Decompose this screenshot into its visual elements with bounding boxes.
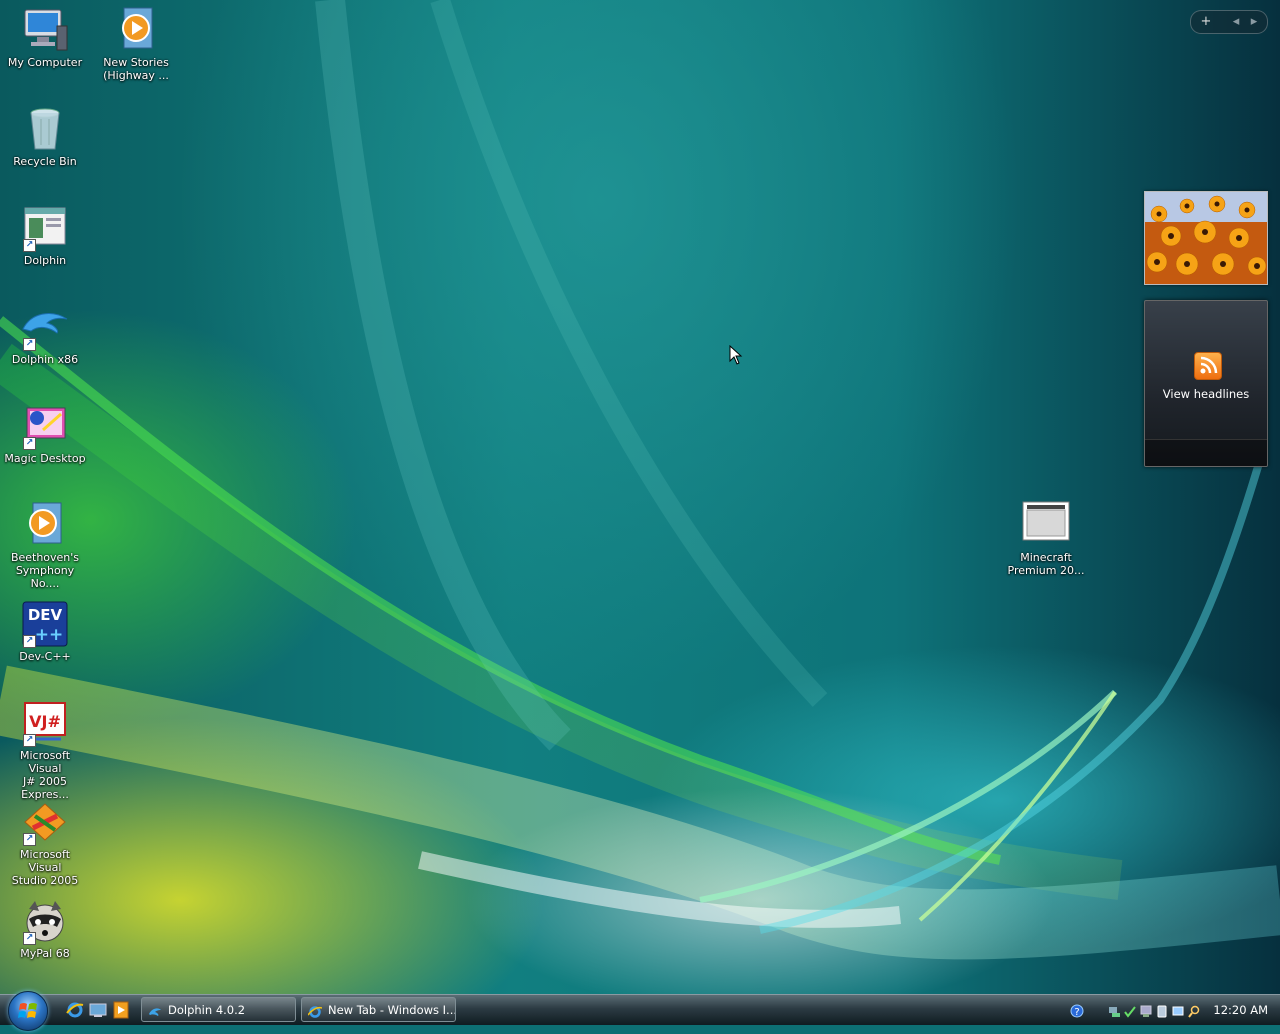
rss-icon xyxy=(1194,352,1222,380)
add-gadget-button[interactable]: + xyxy=(1191,11,1221,33)
icon-label: Dev-C++ xyxy=(19,650,71,663)
visual-jsharp-icon: VJ# ↗ xyxy=(21,699,69,747)
shortcut-arrow-icon: ↗ xyxy=(23,833,36,846)
shortcut-arrow-icon: ↗ xyxy=(23,734,36,747)
desktop-icon-minecraft[interactable]: Minecraft Premium 20... xyxy=(1001,497,1091,577)
icon-label: Recycle Bin xyxy=(13,155,77,168)
svg-text:++: ++ xyxy=(35,625,64,645)
media-file-icon xyxy=(21,501,69,549)
search-icon[interactable] xyxy=(1188,1003,1200,1018)
dolphin-app-icon: ↗ xyxy=(21,204,69,252)
recycle-bin-icon xyxy=(21,105,69,153)
icon-label: Microsoft Visual xyxy=(19,848,71,874)
view-headlines-link[interactable]: View headlines xyxy=(1145,387,1267,401)
icon-label: Magic Desktop xyxy=(4,452,86,465)
desktop-icon-magic-desktop[interactable]: ↗ Magic Desktop xyxy=(0,398,90,465)
icon-label-line2: Premium 20... xyxy=(1007,564,1085,577)
shortcut-arrow-icon: ↗ xyxy=(23,437,36,450)
icon-label: Dolphin xyxy=(23,254,67,267)
taskbar-item-dolphin[interactable]: Dolphin 4.0.2 xyxy=(141,997,296,1022)
icon-label: Dolphin x86 xyxy=(11,353,79,366)
my-computer-icon xyxy=(21,6,69,54)
shortcut-arrow-icon: ↗ xyxy=(23,932,36,945)
icon-label: New Stories xyxy=(103,56,169,69)
shortcut-arrow-icon: ↗ xyxy=(23,635,36,648)
desktop-icon-mypal[interactable]: ↗ MyPal 68 xyxy=(0,893,90,960)
svg-text:VJ#: VJ# xyxy=(29,712,61,731)
desktop-icon-recycle-bin[interactable]: Recycle Bin xyxy=(0,101,90,168)
icon-label: Microsoft Visual xyxy=(19,749,71,775)
desktop-icon-my-computer[interactable]: My Computer xyxy=(0,2,90,69)
desktop-icon-visual-studio[interactable]: ↗ Microsoft Visual Studio 2005 xyxy=(0,794,90,887)
desktop-icon-dolphin[interactable]: ↗ Dolphin xyxy=(0,200,90,267)
icon-label: Minecraft xyxy=(1020,551,1072,564)
visual-studio-icon: ↗ xyxy=(21,798,69,846)
svg-text:DEV: DEV xyxy=(28,606,63,624)
icon-label: Beethoven's xyxy=(10,551,80,564)
show-desktop-icon[interactable] xyxy=(89,1001,107,1019)
desktop-icon-new-stories[interactable]: New Stories (Highway ... xyxy=(91,2,181,82)
icon-label: My Computer xyxy=(7,56,83,69)
feed-headlines-gadget[interactable]: View headlines xyxy=(1144,300,1268,467)
security-check-icon[interactable] xyxy=(1124,1003,1136,1018)
desktop[interactable]: My Computer New Stories (Highway ... Rec… xyxy=(0,0,1280,994)
internet-explorer-icon[interactable] xyxy=(66,1001,84,1019)
shortcut-arrow-icon: ↗ xyxy=(23,239,36,252)
icon-label: MyPal 68 xyxy=(20,947,70,960)
dolphin-logo-icon xyxy=(148,1003,162,1017)
mouse-pointer-icon xyxy=(729,345,743,365)
window-file-icon xyxy=(1022,501,1070,549)
media-file-icon xyxy=(112,6,160,54)
flowers-photo xyxy=(1145,192,1267,284)
desktop-icon-beethoven[interactable]: Beethoven's Symphony No.... xyxy=(0,497,90,590)
dev-cpp-icon: DEV ++ ↗ xyxy=(21,600,69,648)
start-button[interactable] xyxy=(8,991,48,1031)
taskbar-item-internet-explorer[interactable]: New Tab - Windows I... xyxy=(301,997,456,1022)
taskbar-item-label: Dolphin 4.0.2 xyxy=(168,1003,246,1017)
icon-label-line2: (Highway ... xyxy=(103,69,169,82)
desktop-icon-dolphin-x86[interactable]: ↗ Dolphin x86 xyxy=(0,299,90,366)
magic-desktop-icon: ↗ xyxy=(21,402,69,450)
shortcut-arrow-icon: ↗ xyxy=(23,338,36,351)
desktop-icon-dev-cpp[interactable]: DEV ++ ↗ Dev-C++ xyxy=(0,596,90,663)
icon-label-line2: Symphony No.... xyxy=(15,564,75,590)
taskbar: Dolphin 4.0.2 New Tab - Windows I... ? 1… xyxy=(0,991,1280,1031)
mypal-raccoon-icon: ↗ xyxy=(21,897,69,945)
gadget-footer xyxy=(1145,439,1267,466)
media-player-icon[interactable] xyxy=(112,1001,130,1019)
icon-label-line2: Studio 2005 xyxy=(11,874,79,887)
taskbar-item-label: New Tab - Windows I... xyxy=(328,1003,456,1017)
display-icon[interactable] xyxy=(1172,1003,1184,1016)
notification-area: ? 12:20 AM xyxy=(1070,995,1280,1025)
slideshow-gadget[interactable] xyxy=(1144,191,1268,285)
gadget-controls: + ◂ ▸ xyxy=(1190,10,1268,34)
windows-logo-icon xyxy=(18,1003,37,1018)
help-icon[interactable]: ? xyxy=(1070,1003,1084,1018)
next-gadget-page-button[interactable]: ▸ xyxy=(1243,11,1265,33)
svg-text:?: ? xyxy=(1074,1007,1079,1018)
clock[interactable]: 12:20 AM xyxy=(1213,995,1268,1025)
desktop-icon-visual-jsharp[interactable]: VJ# ↗ Microsoft Visual J# 2005 Expres... xyxy=(0,695,90,801)
internet-explorer-icon xyxy=(307,1003,323,1018)
dolphin-logo-icon: ↗ xyxy=(21,303,69,351)
network-status-icon[interactable] xyxy=(1140,1003,1152,1017)
network-icon[interactable] xyxy=(1108,1003,1120,1017)
device-icon[interactable] xyxy=(1156,1003,1168,1018)
